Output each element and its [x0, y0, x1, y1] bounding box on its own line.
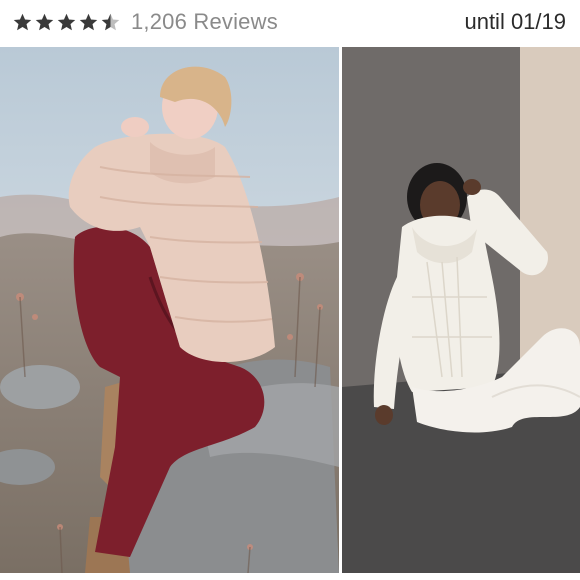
star-rating	[12, 12, 121, 33]
studio-photo[interactable]	[342, 47, 580, 573]
reviews-link[interactable]: 1,206 Reviews	[131, 9, 278, 35]
photo-collage	[0, 47, 580, 573]
outdoor-photo-art	[0, 47, 339, 573]
outdoor-photo[interactable]	[0, 47, 339, 573]
star-full-icon	[35, 13, 54, 30]
star-full-icon	[57, 13, 76, 30]
star-full-icon	[79, 13, 98, 30]
star-full-icon	[13, 13, 32, 30]
studio-photo-art	[342, 47, 580, 573]
listing-header: 1,206 Reviews until 01/19	[0, 0, 580, 44]
star-half-icon	[101, 13, 120, 30]
until-date: until 01/19	[464, 9, 566, 34]
